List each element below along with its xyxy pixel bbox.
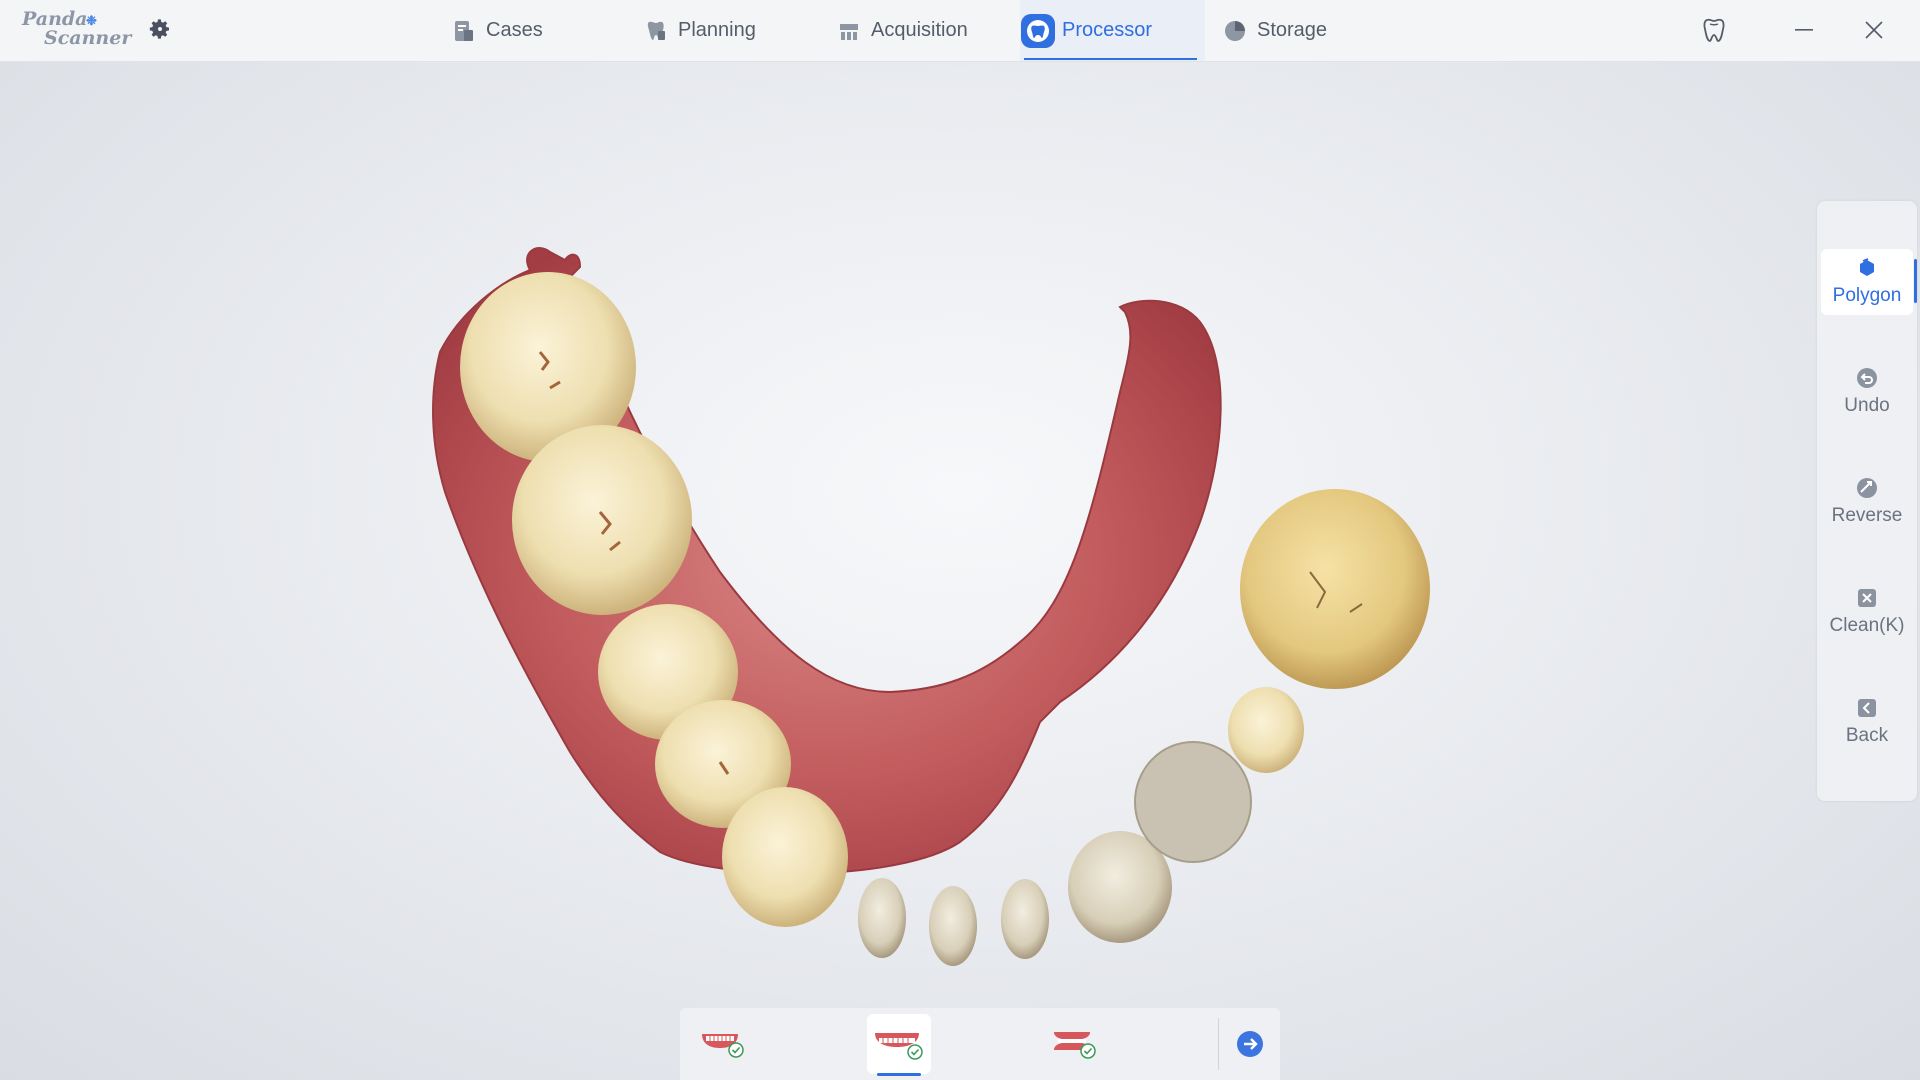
tool-label: Reverse — [1831, 505, 1903, 526]
undo-button[interactable]: Undo — [1821, 359, 1913, 425]
tooth-icon[interactable] — [1699, 15, 1729, 45]
close-icon[interactable] — [1859, 15, 1889, 45]
gear-icon[interactable] — [148, 17, 172, 41]
reverse-icon — [1857, 478, 1877, 498]
minimize-icon[interactable] — [1789, 15, 1819, 45]
processor-icon — [1021, 13, 1055, 48]
logo-line2: Scanner — [44, 27, 132, 49]
app-logo: Panda ❉ Scanner — [20, 8, 132, 52]
reverse-button[interactable]: Reverse — [1821, 469, 1913, 535]
tool-label: Back — [1845, 725, 1889, 746]
tab-processor[interactable]: Processor — [1020, 0, 1205, 61]
bite-jaw-button[interactable] — [1042, 1014, 1106, 1074]
model-viewport[interactable] — [0, 62, 1920, 1080]
upper-jaw-icon — [702, 1034, 744, 1058]
lower-jaw-button[interactable] — [867, 1014, 931, 1076]
tab-label: Cases — [486, 19, 543, 41]
polygon-icon — [1860, 258, 1874, 276]
tab-planning[interactable]: Planning — [644, 0, 794, 61]
tool-label: Polygon — [1832, 285, 1902, 306]
clean-button[interactable]: Clean(K) — [1821, 579, 1913, 645]
upper-jaw-button[interactable] — [690, 1014, 754, 1074]
clean-icon — [1858, 589, 1876, 607]
tab-cases[interactable]: Cases — [452, 0, 582, 61]
cases-icon — [455, 20, 473, 41]
tool-panel: Polygon Undo Reverse Clean(K) Back — [1817, 201, 1917, 801]
lower-jaw-scan-model[interactable] — [420, 192, 1510, 1012]
tab-storage[interactable]: Storage — [1223, 0, 1353, 61]
jaw-selector-bar — [680, 1008, 1280, 1080]
title-bar: Panda ❉ Scanner Cases Planning Acquisiti… — [0, 0, 1920, 62]
tab-label: Storage — [1257, 19, 1328, 41]
next-button[interactable] — [1230, 1024, 1270, 1064]
planning-icon — [647, 21, 665, 40]
tab-label: Acquisition — [871, 19, 968, 41]
tool-label: Undo — [1844, 395, 1890, 416]
tool-label: Clean(K) — [1829, 615, 1905, 636]
lower-jaw-icon — [875, 1033, 923, 1060]
bite-jaw-icon — [1054, 1032, 1096, 1059]
acquisition-icon — [840, 23, 858, 40]
tab-label: Planning — [678, 19, 756, 41]
polygon-button[interactable]: Polygon — [1821, 249, 1917, 315]
back-icon — [1858, 699, 1876, 717]
undo-icon — [1857, 368, 1877, 388]
back-button[interactable]: Back — [1821, 689, 1913, 755]
tab-label: Processor — [1062, 19, 1153, 41]
divider — [1218, 1018, 1219, 1070]
next-arrow-icon — [1237, 1031, 1263, 1057]
storage-icon — [1225, 20, 1245, 41]
tab-acquisition[interactable]: Acquisition — [837, 0, 1007, 61]
